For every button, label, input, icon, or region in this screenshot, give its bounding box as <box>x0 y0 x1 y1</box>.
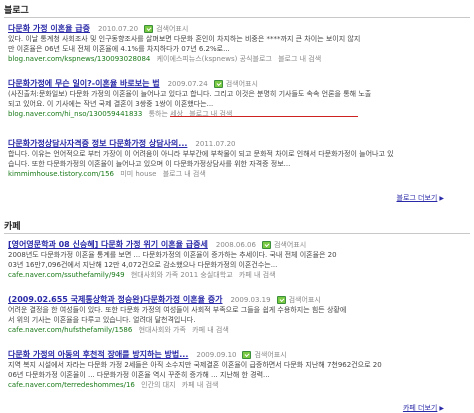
result-snippet-line: 2008년도 다문화가정 이혼율 통계를 보면 ... 다문화가정의 이혼율이 … <box>8 251 337 259</box>
result-snippet-line: 어려운 결정을 한 여성들이 있다. 또한 다문화 가정의 여성들이 사회적 부… <box>8 306 347 314</box>
result-snippet-line: 지역 복지 시설에서 자라는 다문화 가정 2세들은 아직 소수지만 국제결혼 … <box>8 361 382 369</box>
blog-result: 다문화 가정 이혼율 급증 2010.07.20 검색어표시 있다. 이날 통계… <box>8 23 428 64</box>
cache-icon[interactable] <box>261 240 271 249</box>
result-date: 2008.06.06 <box>215 240 256 249</box>
in-cafe-search-link[interactable]: 카페 내 검색 <box>182 381 219 389</box>
keyword-highlight-link[interactable]: 검색어표시 <box>254 350 286 360</box>
result-date: 2009.09.10 <box>196 350 237 359</box>
result-url[interactable]: blog.naver.com/hi_nso/130059441833 <box>8 110 142 118</box>
cache-icon[interactable] <box>213 79 223 88</box>
result-source[interactable]: 미미 house <box>120 170 156 178</box>
underline-annotation <box>170 116 358 117</box>
result-url[interactable]: cafe.naver.com/hufsthefamily/1586 <box>8 326 132 334</box>
result-date: 2009.03.19 <box>230 295 271 304</box>
cafe-section-title: 카페 <box>4 222 21 232</box>
result-snippet-line: 있다. 이날 통계청 사회조사 및 인구동향조사를 살펴보면 다문화 혼인이 차… <box>8 35 361 43</box>
result-title-link[interactable]: (2009.02.655 국제통상학과 정승완)다문화가정 이혼율 증가 <box>8 294 222 305</box>
cache-icon[interactable] <box>144 24 154 33</box>
result-url[interactable]: cafe.naver.com/ssuthefamily/949 <box>8 271 125 279</box>
keyword-highlight-link[interactable]: 검색어표시 <box>156 24 188 34</box>
keyword-highlight-link[interactable]: 검색어표시 <box>226 79 258 89</box>
result-title-link[interactable]: 다문화 가정의 아동의 후천적 장애를 방지하는 방법... <box>8 349 188 360</box>
cache-icon[interactable] <box>242 350 252 359</box>
cafe-result: (2009.02.655 국제통상학과 정승완)다문화가정 이혼율 증가 200… <box>8 294 428 335</box>
result-url[interactable]: cafe.naver.com/terredeshommes/16 <box>8 381 135 389</box>
result-snippet-line: 03년 16만7,096건에서 지난해 12만 4,072건으로 감소했으나 다… <box>8 261 278 269</box>
result-date: 2009.07.24 <box>167 79 208 88</box>
result-snippet-line: 합니다. 이유는 언어적으로 부터 가장이 이 어려움이 아니라 부부간에 부착… <box>8 150 394 158</box>
blog-section-title: 블로그 <box>4 6 29 16</box>
result-snippet-line: 06년 다문화가정 이혼율이 ... 다문화가정 이혼율 역시 꾸준히 증가해 … <box>8 371 270 379</box>
result-source[interactable]: 인간의 대지 <box>141 381 175 389</box>
in-cafe-search-link[interactable]: 카페 내 검색 <box>192 326 229 334</box>
result-source[interactable]: 케이에스피뉴스(kspnews) 공식블로그 <box>157 55 272 63</box>
result-date: 2010.07.20 <box>97 24 139 33</box>
result-snippet-line: (사진출처:문화일보) 다문화 가정의 이혼율이 늘어나고 있다고 합니다. 그… <box>8 90 372 98</box>
in-blog-search-link[interactable]: 블로그 내 검색 <box>278 55 321 63</box>
result-date: 2011.07.20 <box>195 139 236 148</box>
blog-result: 다문화가정상담사자격증 정보 다문화가정 상담사의... 2011.07.20 … <box>8 138 428 179</box>
cafe-more-button[interactable]: 카페 더보기 ▶ <box>403 403 444 413</box>
result-snippet-line: 습니다. 또한 다문화가정의 이혼율이 늘어나고 있으며 이 다문화가정상담사를… <box>8 160 291 168</box>
section-divider <box>4 233 470 234</box>
chevron-right-icon: ▶ <box>439 195 444 202</box>
keyword-highlight-link[interactable]: 검색어표시 <box>289 295 321 305</box>
in-cafe-search-link[interactable]: 카페 내 검색 <box>239 271 276 279</box>
result-title-link[interactable]: 다문화 가정 이혼율 급증 <box>8 23 90 34</box>
in-blog-search-link[interactable]: 블로그 내 검색 <box>163 170 206 178</box>
cafe-result: 다문화 가정의 아동의 후천적 장애를 방지하는 방법... 2009.09.1… <box>8 349 428 390</box>
keyword-highlight-link[interactable]: 검색어표시 <box>274 240 306 250</box>
chevron-right-icon: ▶ <box>439 405 444 412</box>
section-divider <box>4 17 470 18</box>
result-url[interactable]: kimmimhouse.tistory.com/156 <box>8 170 114 178</box>
blog-more-label: 블로그 더보기 <box>396 194 438 202</box>
cache-icon[interactable] <box>276 295 286 304</box>
cafe-more-label: 카페 더보기 <box>402 404 438 412</box>
cafe-result: [영어영문학과 08 신승혜] 다문화 가정 위기 이혼율 급증세 2008.0… <box>8 239 428 280</box>
result-title-link[interactable]: 다문화가정에 무슨 일이?-이혼율 바로보는 법 <box>8 78 160 89</box>
result-title-link[interactable]: [영어영문학과 08 신승혜] 다문화 가정 위기 이혼율 급증세 <box>8 239 208 250</box>
blog-result: 다문화가정에 무슨 일이?-이혼율 바로보는 법 2009.07.24 검색어표… <box>8 78 428 119</box>
result-snippet-line: 만 이혼율은 06년 도내 전체 이혼율에 4.1%를 차지하다가 07년 6.… <box>8 45 230 53</box>
blog-more-button[interactable]: 블로그 더보기 ▶ <box>397 193 445 203</box>
result-source[interactable]: 현대사회와 가족 2011 숭실대학교 <box>131 271 233 279</box>
result-source[interactable]: 현대사회와 가족 <box>139 326 186 334</box>
result-url[interactable]: blog.naver.com/kspnews/130093028084 <box>8 55 150 63</box>
result-snippet-line: 되고 있어요. 이 기사에는 작년 국제 결혼이 3쌍중 1쌍이 이혼했다는..… <box>8 100 214 108</box>
result-title-link[interactable]: 다문화가정상담사자격증 정보 다문화가정 상담사의... <box>8 138 187 149</box>
result-snippet-line: 서 위의 기사는 이혼율을 다루고 있습니다. 얼려대 달천격입니다. <box>8 316 196 324</box>
